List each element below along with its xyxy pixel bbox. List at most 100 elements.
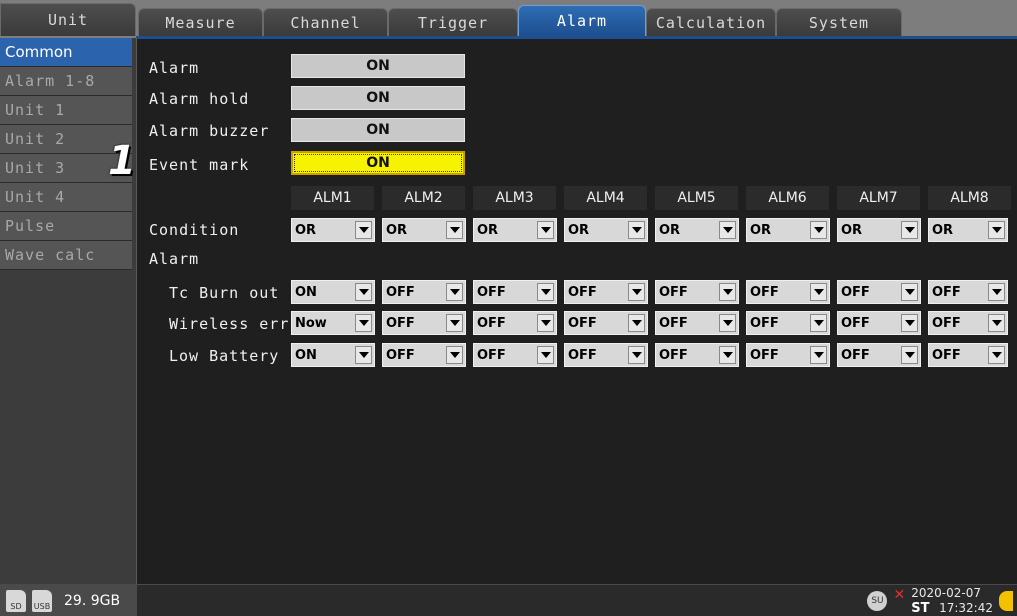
sidebar-item-pulse[interactable]: Pulse [0, 212, 132, 241]
chevron-down-icon[interactable] [537, 346, 554, 364]
chevron-down-icon[interactable] [446, 221, 463, 239]
dropdown-value: OR [386, 222, 408, 238]
dropdown-value: OFF [477, 284, 506, 300]
chevron-down-icon[interactable] [810, 221, 827, 239]
chevron-down-icon[interactable] [719, 283, 736, 301]
tc-burn-out-dropdown-alm3[interactable]: OFF [473, 280, 557, 304]
tab-trigger[interactable]: Trigger [388, 8, 518, 36]
chevron-down-icon[interactable] [901, 221, 918, 239]
tc-burn-out-dropdown-alm1[interactable]: ON [291, 280, 375, 304]
low-battery-dropdown-alm7[interactable]: OFF [837, 343, 921, 367]
alarm-buzzer-toggle[interactable]: ON [291, 118, 465, 142]
sidebar-item-common[interactable]: Common [0, 38, 132, 67]
chevron-down-icon[interactable] [537, 283, 554, 301]
tc-burn-out-dropdown-alm2[interactable]: OFF [382, 280, 466, 304]
chevron-down-icon[interactable] [719, 314, 736, 332]
chevron-down-icon[interactable] [810, 346, 827, 364]
sidebar-item-alarm-1-8[interactable]: Alarm 1-8 [0, 67, 132, 96]
wireless-err-dropdown-alm4[interactable]: OFF [564, 311, 648, 335]
low-battery-dropdown-alm3[interactable]: OFF [473, 343, 557, 367]
chevron-down-icon[interactable] [628, 314, 645, 332]
dropdown-value: OFF [477, 315, 506, 331]
tc-burn-out-dropdown-alm7[interactable]: OFF [837, 280, 921, 304]
dropdown-value: OFF [659, 315, 688, 331]
dropdown-value: OR [750, 222, 772, 238]
alarm-toggle[interactable]: ON [291, 54, 465, 78]
wireless-err-dropdown-alm6[interactable]: OFF [746, 311, 830, 335]
tab-system[interactable]: System [776, 8, 902, 36]
condition-dropdown-alm7[interactable]: OR [837, 218, 921, 242]
sidebar-item-wave-calc[interactable]: Wave calc [0, 241, 132, 270]
dropdown-value: OFF [386, 315, 415, 331]
time-text: 17:32:42 [939, 601, 993, 615]
sidebar: Common Alarm 1-8 Unit 1 Unit 2 Unit 3 Un… [0, 38, 137, 584]
chevron-down-icon[interactable] [628, 221, 645, 239]
chevron-down-icon[interactable] [355, 283, 372, 301]
chevron-down-icon[interactable] [446, 314, 463, 332]
chevron-down-icon[interactable] [988, 221, 1005, 239]
event-mark-toggle[interactable]: ON [291, 151, 465, 175]
wireless-err-dropdown-alm3[interactable]: OFF [473, 311, 557, 335]
condition-dropdown-alm6[interactable]: OR [746, 218, 830, 242]
low-battery-dropdown-alm2[interactable]: OFF [382, 343, 466, 367]
chevron-down-icon[interactable] [719, 346, 736, 364]
condition-dropdown-alm3[interactable]: OR [473, 218, 557, 242]
column-header-alm3: ALM3 [473, 186, 556, 210]
chevron-down-icon[interactable] [446, 283, 463, 301]
wireless-err-dropdown-alm2[interactable]: OFF [382, 311, 466, 335]
chevron-down-icon[interactable] [355, 346, 372, 364]
low-battery-label: Low Battery [169, 347, 280, 365]
wireless-err-dropdown-alm1[interactable]: Now [291, 311, 375, 335]
wireless-err-dropdown-alm8[interactable]: OFF [928, 311, 1008, 335]
wireless-err-dropdown-alm7[interactable]: OFF [837, 311, 921, 335]
condition-dropdown-alm2[interactable]: OR [382, 218, 466, 242]
wireless-err-dropdown-alm5[interactable]: OFF [655, 311, 739, 335]
chevron-down-icon[interactable] [628, 346, 645, 364]
chevron-down-icon[interactable] [719, 221, 736, 239]
condition-dropdown-alm4[interactable]: OR [564, 218, 648, 242]
low-battery-dropdown-alm5[interactable]: OFF [655, 343, 739, 367]
chevron-down-icon[interactable] [988, 314, 1005, 332]
tc-burn-out-dropdown-alm6[interactable]: OFF [746, 280, 830, 304]
tc-burn-out-dropdown-alm4[interactable]: OFF [564, 280, 648, 304]
dropdown-value: OFF [386, 347, 415, 363]
chevron-down-icon[interactable] [988, 346, 1005, 364]
chevron-down-icon[interactable] [355, 221, 372, 239]
storage-free-text: 29. 9GB [64, 593, 121, 609]
tab-channel[interactable]: Channel [263, 8, 388, 36]
status-bar: SD USB 29. 9GB SU ✕ 2020-02-07 ST 17:32:… [0, 584, 1017, 616]
column-header-alm4: ALM4 [564, 186, 647, 210]
chevron-down-icon[interactable] [446, 346, 463, 364]
chevron-down-icon[interactable] [537, 221, 554, 239]
condition-dropdown-alm1[interactable]: OR [291, 218, 375, 242]
alarm-section-label: Alarm [149, 250, 200, 268]
chevron-down-icon[interactable] [901, 314, 918, 332]
chevron-down-icon[interactable] [810, 314, 827, 332]
low-battery-dropdown-alm1[interactable]: ON [291, 343, 375, 367]
tab-alarm[interactable]: Alarm [518, 5, 646, 36]
tab-calculation[interactable]: Calculation [646, 8, 776, 36]
tc-burn-out-dropdown-alm5[interactable]: OFF [655, 280, 739, 304]
clock: 2020-02-07 ST 17:32:42 [911, 587, 993, 616]
dropdown-value: OR [295, 222, 317, 238]
tab-measure[interactable]: Measure [138, 8, 263, 36]
chevron-down-icon[interactable] [901, 283, 918, 301]
chevron-down-icon[interactable] [901, 346, 918, 364]
chevron-down-icon[interactable] [355, 314, 372, 332]
alarm-hold-toggle[interactable]: ON [291, 86, 465, 110]
tab-unit[interactable]: Unit [0, 3, 136, 36]
condition-dropdown-alm5[interactable]: OR [655, 218, 739, 242]
low-battery-dropdown-alm8[interactable]: OFF [928, 343, 1008, 367]
sidebar-item-unit-1[interactable]: Unit 1 [0, 96, 132, 125]
chevron-down-icon[interactable] [810, 283, 827, 301]
sidebar-item-unit-4[interactable]: Unit 4 [0, 183, 132, 212]
dropdown-value: OFF [568, 284, 597, 300]
dropdown-value: OFF [932, 315, 961, 331]
chevron-down-icon[interactable] [628, 283, 645, 301]
chevron-down-icon[interactable] [537, 314, 554, 332]
tc-burn-out-dropdown-alm8[interactable]: OFF [928, 280, 1008, 304]
chevron-down-icon[interactable] [988, 283, 1005, 301]
low-battery-dropdown-alm6[interactable]: OFF [746, 343, 830, 367]
condition-dropdown-alm8[interactable]: OR [928, 218, 1008, 242]
low-battery-dropdown-alm4[interactable]: OFF [564, 343, 648, 367]
